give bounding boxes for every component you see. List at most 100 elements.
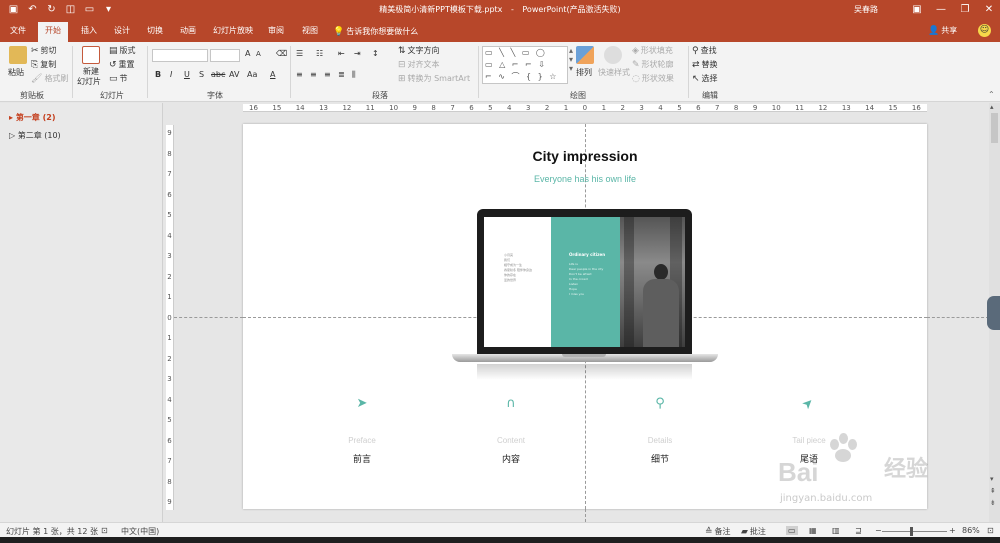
user-name[interactable]: 吴春路 bbox=[854, 4, 878, 15]
new-slide-icon[interactable] bbox=[82, 46, 100, 64]
find-button[interactable]: ⚲ 查找 bbox=[692, 45, 717, 56]
ruler-tick-label: 1 bbox=[167, 293, 172, 301]
tab-file[interactable]: 文件 bbox=[8, 24, 28, 40]
arrange-icon[interactable] bbox=[576, 46, 594, 64]
comments-button[interactable]: ▰ 批注 bbox=[741, 526, 766, 537]
quick-styles-icon[interactable] bbox=[604, 46, 622, 64]
format-painter-button[interactable]: 🖌 格式刷 bbox=[31, 73, 68, 84]
smartart-button[interactable]: ⊞ 转换为 SmartArt bbox=[398, 73, 470, 84]
line-spacing-icon[interactable]: ↕ bbox=[372, 49, 379, 58]
tab-slideshow[interactable]: 幻灯片放映 bbox=[211, 24, 255, 40]
increase-indent-icon[interactable]: ⇥ bbox=[354, 49, 361, 58]
align-center-icon[interactable]: ≡ bbox=[310, 70, 317, 79]
preface-item[interactable]: ➤ Preface 前言 bbox=[302, 396, 422, 465]
tab-review[interactable]: 审阅 bbox=[266, 24, 286, 40]
change-case-button[interactable]: Aa bbox=[247, 70, 257, 79]
ruler-tick-label: 2 bbox=[620, 104, 625, 112]
scroll-thumb[interactable] bbox=[991, 113, 998, 143]
arrange-button[interactable]: 排列 bbox=[576, 67, 592, 78]
align-text-button[interactable]: ⊟ 对齐文本 bbox=[398, 59, 440, 70]
section-chapter-1[interactable]: ▸ 第一章 (2) bbox=[9, 112, 55, 123]
tab-home[interactable]: 开始 bbox=[38, 22, 68, 42]
cut-button[interactable]: ✂ 剪切 bbox=[31, 45, 57, 56]
restore-button[interactable]: ❐ bbox=[958, 2, 972, 17]
scroll-up-icon[interactable]: ▴ bbox=[990, 103, 994, 111]
slide-title[interactable]: City impression bbox=[243, 148, 927, 164]
copy-button[interactable]: ⎘ 复制 bbox=[31, 59, 56, 70]
notes-button[interactable]: ≙ 备注 bbox=[705, 526, 731, 537]
text-direction-button[interactable]: ⇅ 文字方向 bbox=[398, 45, 440, 56]
slide-sorter-icon[interactable]: ▦ bbox=[809, 526, 817, 535]
italic-button[interactable]: I bbox=[170, 70, 172, 79]
tab-transitions[interactable]: 切换 bbox=[145, 24, 165, 40]
justify-icon[interactable]: ≣ bbox=[338, 70, 345, 79]
shape-outline-button[interactable]: ✎ 形状轮廓 bbox=[632, 59, 674, 70]
side-pull-tab[interactable] bbox=[987, 296, 1000, 330]
align-right-icon[interactable]: ≡ bbox=[324, 70, 331, 79]
tab-animations[interactable]: 动画 bbox=[178, 24, 198, 40]
select-button[interactable]: ↖ 选择 bbox=[692, 73, 718, 84]
fit-to-window-icon[interactable]: ⊡ bbox=[987, 526, 994, 535]
next-slide-icon[interactable]: ⇟ bbox=[990, 499, 996, 507]
slide-subtitle[interactable]: Everyone has his own life bbox=[243, 174, 927, 184]
zoom-slider-knob[interactable] bbox=[910, 527, 913, 536]
paste-button[interactable]: 粘贴 bbox=[8, 67, 24, 78]
slideshow-icon[interactable]: ⊒ bbox=[855, 526, 862, 535]
zoom-out-button[interactable]: − bbox=[875, 526, 882, 535]
bullets-icon[interactable]: ☰ bbox=[296, 49, 303, 58]
font-name-box[interactable] bbox=[152, 49, 208, 62]
language-indicator[interactable]: 中文(中国) bbox=[121, 526, 159, 537]
close-button[interactable]: ✕ bbox=[982, 2, 996, 17]
columns-icon[interactable]: ⫼ bbox=[352, 70, 356, 80]
tell-me-search[interactable]: 💡 告诉我你想要做什么 bbox=[333, 26, 418, 37]
ruler-tick-label: 3 bbox=[639, 104, 644, 112]
minimize-button[interactable]: — bbox=[934, 2, 948, 17]
collapse-ribbon-icon[interactable]: ⌃ bbox=[988, 90, 995, 99]
char-spacing-button[interactable]: AV bbox=[229, 70, 239, 79]
feedback-smiley-icon[interactable]: ☺ bbox=[978, 24, 991, 37]
new-slide-button-2[interactable]: 幻灯片 bbox=[77, 76, 101, 87]
replace-button[interactable]: ⇄ 替换 bbox=[692, 59, 718, 70]
bold-button[interactable]: B bbox=[155, 70, 161, 79]
laptop-image[interactable]: 小月亮 我们 相守成为一生 春夏秋冬 陪伴你身边 你的存在 爱的世界 Ordin… bbox=[477, 209, 692, 355]
shadow-button[interactable]: S bbox=[199, 70, 204, 79]
scroll-down-icon[interactable]: ▾ bbox=[990, 475, 994, 483]
tab-insert[interactable]: 插入 bbox=[79, 24, 99, 40]
align-left-icon[interactable]: ≡ bbox=[296, 70, 303, 79]
grow-font-button[interactable]: A bbox=[245, 49, 250, 58]
zoom-slider[interactable] bbox=[882, 531, 947, 532]
reset-button[interactable]: ↺ 重置 bbox=[109, 59, 135, 70]
paste-icon[interactable] bbox=[9, 46, 27, 64]
strikethrough-button[interactable]: abc bbox=[211, 70, 225, 79]
shape-effects-button[interactable]: ◌ 形状效果 bbox=[632, 73, 674, 84]
shape-outline-label: 形状轮廓 bbox=[641, 60, 674, 69]
decrease-indent-icon[interactable]: ⇤ bbox=[338, 49, 345, 58]
zoom-in-button[interactable]: + bbox=[949, 526, 956, 535]
pane-divider[interactable] bbox=[162, 103, 163, 522]
section-button[interactable]: ▭ 节 bbox=[109, 73, 128, 84]
shrink-font-button[interactable]: A bbox=[256, 50, 261, 58]
section-chapter-2[interactable]: ▷ 第二章 (10) bbox=[9, 130, 61, 141]
copy-icon: ⎘ bbox=[31, 60, 39, 70]
normal-view-icon[interactable]: ▭ bbox=[786, 526, 798, 535]
content-item[interactable]: ∩ Content 内容 bbox=[451, 396, 571, 465]
spellcheck-icon[interactable]: ⊡ bbox=[101, 526, 108, 535]
details-item[interactable]: ⚲ Details 细节 bbox=[600, 396, 720, 465]
quick-styles-button[interactable]: 快速样式 bbox=[598, 67, 630, 78]
font-size-box[interactable] bbox=[210, 49, 240, 62]
numbering-icon[interactable]: ☷ bbox=[316, 49, 323, 58]
shape-gallery[interactable]: ▭ ╲ ╲ ▭ ◯ ▭ △ ⌐ ⌐ ⇩ ⌐ ∿ ⌒ { } ☆ bbox=[482, 46, 568, 84]
share-button[interactable]: 👤 共享 bbox=[928, 25, 957, 36]
layout-button[interactable]: ▤ 版式 bbox=[109, 45, 136, 56]
ribbon-display-icon[interactable]: ▣ bbox=[910, 2, 924, 17]
underline-button[interactable]: U bbox=[184, 70, 190, 79]
reading-view-icon[interactable]: ▥ bbox=[832, 526, 840, 535]
zoom-level[interactable]: 86% bbox=[962, 526, 980, 535]
clear-format-icon[interactable]: ⌫ bbox=[276, 49, 287, 58]
tab-design[interactable]: 设计 bbox=[112, 24, 132, 40]
tab-view[interactable]: 视图 bbox=[300, 24, 320, 40]
shape-fill-button[interactable]: ◈ 形状填充 bbox=[632, 45, 673, 56]
previous-slide-icon[interactable]: ⇞ bbox=[990, 487, 996, 495]
gallery-scroll-icon[interactable]: ▴ ▾ ▾ bbox=[569, 46, 573, 73]
font-color-button[interactable]: A bbox=[270, 70, 275, 79]
